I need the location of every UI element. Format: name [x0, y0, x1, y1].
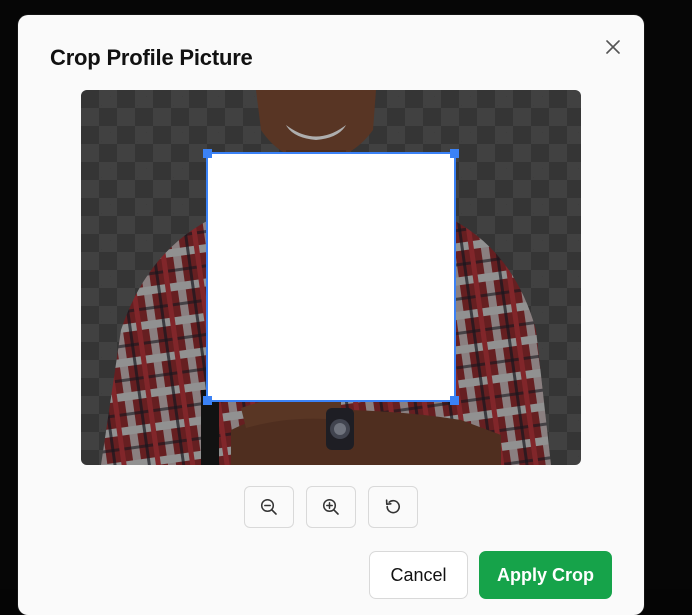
zoom-out-button[interactable]	[244, 486, 294, 528]
crop-selection[interactable]	[203, 149, 459, 405]
rotate-button[interactable]	[368, 486, 418, 528]
zoom-out-icon	[260, 498, 277, 515]
zoom-in-icon	[322, 498, 339, 515]
dialog-title: Crop Profile Picture	[50, 45, 253, 70]
crop-handle-bottom-left[interactable]	[203, 396, 212, 405]
crop-handle-bottom-right[interactable]	[450, 396, 459, 405]
close-icon	[606, 40, 620, 54]
cancel-button[interactable]: Cancel	[369, 551, 468, 599]
rotate-ccw-icon	[385, 499, 400, 514]
apply-crop-button[interactable]: Apply Crop	[479, 551, 612, 599]
crop-handle-top-left[interactable]	[203, 149, 212, 158]
close-button[interactable]	[601, 35, 625, 59]
crop-handle-top-right[interactable]	[450, 149, 459, 158]
crop-canvas[interactable]	[81, 90, 581, 465]
crop-dialog: Crop Profile Picture Cancel Apply Crop	[18, 15, 644, 615]
zoom-in-button[interactable]	[306, 486, 356, 528]
